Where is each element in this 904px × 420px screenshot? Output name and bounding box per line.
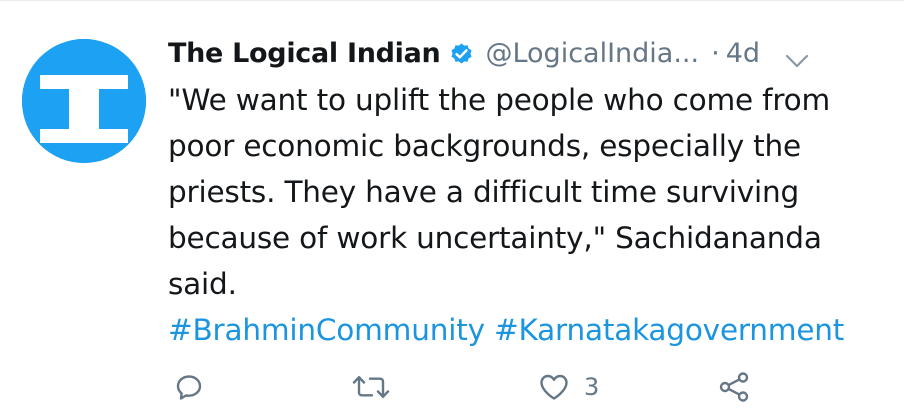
tweet-text-line: priests. They have a difficult time surv… xyxy=(168,175,800,209)
share-button[interactable] xyxy=(718,369,750,405)
chevron-down-icon[interactable] xyxy=(784,45,810,68)
tweet-content: The Logical Indian @LogicalIndia... · 4d… xyxy=(168,33,888,353)
tweet-card[interactable]: The Logical Indian @LogicalIndia... · 4d… xyxy=(0,0,904,420)
verified-badge-icon xyxy=(448,40,475,67)
heart-icon xyxy=(538,372,570,402)
tweet-text-line: poor economic backgrounds, especially th… xyxy=(168,129,801,163)
avatar[interactable] xyxy=(22,39,146,163)
reply-button[interactable] xyxy=(174,369,204,405)
logical-indian-logo-icon xyxy=(22,39,146,163)
retweet-icon xyxy=(352,372,390,402)
author-name[interactable]: The Logical Indian xyxy=(168,38,441,69)
like-count: 3 xyxy=(584,373,600,401)
separator-dot: · xyxy=(711,37,720,69)
retweet-button[interactable] xyxy=(352,369,390,405)
tweet-header: The Logical Indian @LogicalIndia... · 4d xyxy=(168,33,888,73)
tweet-actions: 3 xyxy=(168,369,888,405)
tweet-text-line: "We want to uplift the people who come f… xyxy=(168,83,830,117)
tweet-text: "We want to uplift the people who come f… xyxy=(168,77,888,307)
like-button[interactable]: 3 xyxy=(538,369,599,405)
hashtag-link[interactable]: #BrahminCommunity xyxy=(168,313,485,347)
tweet-text-line: said. xyxy=(168,267,237,301)
tweet-timestamp[interactable]: 4d xyxy=(726,38,760,69)
reply-icon xyxy=(174,372,204,402)
tweet-text-line: because of work uncertainty," Sachidanan… xyxy=(168,221,822,255)
share-icon xyxy=(718,371,750,403)
hashtag-link[interactable]: #Karnatakagovernment xyxy=(494,313,844,347)
author-handle[interactable]: @LogicalIndia... xyxy=(485,38,699,69)
hashtag-row: #BrahminCommunity #Karnatakagovernment xyxy=(168,307,888,353)
